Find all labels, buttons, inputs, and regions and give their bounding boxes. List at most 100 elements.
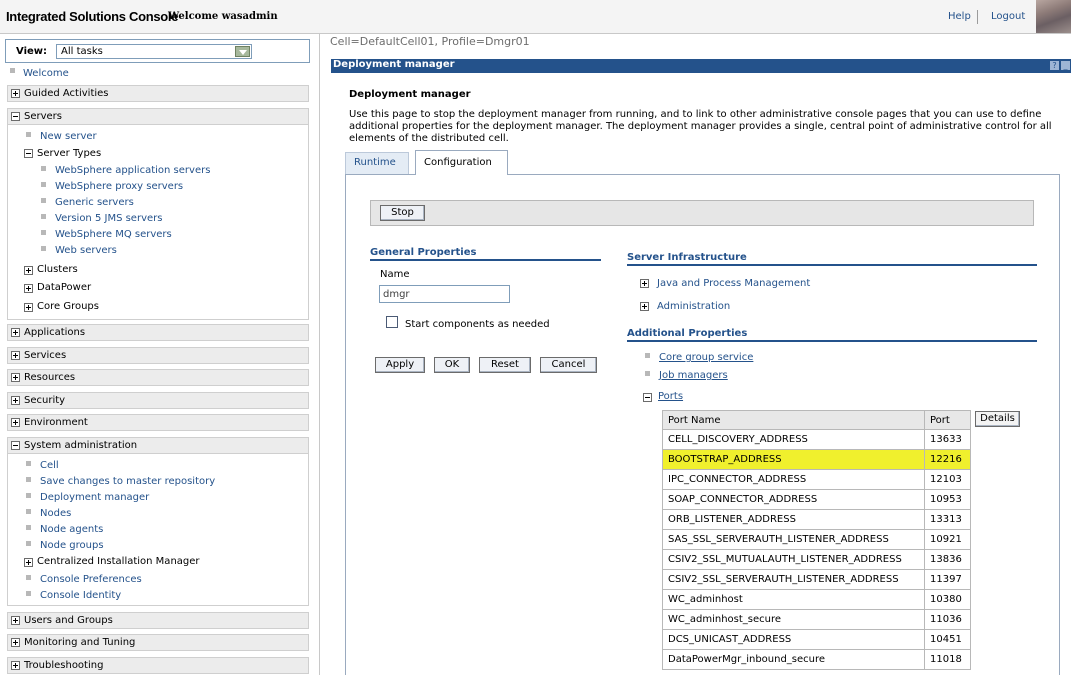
banner-divider <box>977 10 978 24</box>
bullet-icon <box>26 591 31 596</box>
table-row: DCS_UNICAST_ADDRESS 10451 <box>662 629 971 650</box>
core-group-service-link[interactable]: Core group service <box>659 352 753 363</box>
nav-save-changes[interactable]: Save changes to master repository <box>40 476 215 487</box>
apply-button[interactable]: Apply <box>375 357 425 373</box>
nav-environment[interactable]: Environment <box>7 414 309 431</box>
general-properties-heading: General Properties <box>370 247 477 258</box>
expand-icon[interactable] <box>11 418 20 427</box>
minimize-icon[interactable]: _ <box>1061 61 1070 70</box>
expand-icon[interactable] <box>11 373 20 382</box>
nav-cell[interactable]: Cell <box>40 460 59 471</box>
expand-icon[interactable] <box>24 303 33 312</box>
java-process-management-link[interactable]: Java and Process Management <box>657 278 810 289</box>
nav-clusters[interactable]: Clusters <box>37 264 78 275</box>
banner-photo <box>1036 0 1071 33</box>
bullet-icon <box>41 166 46 171</box>
expand-icon[interactable] <box>11 328 20 337</box>
expand-icon[interactable] <box>24 266 33 275</box>
expand-icon[interactable] <box>11 351 20 360</box>
nav-console-identity[interactable]: Console Identity <box>40 590 121 601</box>
bullet-icon <box>41 214 46 219</box>
runtime-toolbar <box>370 200 1034 226</box>
name-label: Name <box>380 269 410 280</box>
job-managers-link[interactable]: Job managers <box>659 370 728 381</box>
expand-icon[interactable] <box>11 638 20 647</box>
column-header-port: Port <box>924 410 971 430</box>
nav-generic-servers[interactable]: Generic servers <box>55 197 134 208</box>
server-infrastructure-heading: Server Infrastructure <box>627 252 747 263</box>
collapse-icon[interactable] <box>11 112 20 121</box>
port-name-cell: DCS_UNICAST_ADDRESS <box>662 629 925 650</box>
expand-icon[interactable] <box>24 558 33 567</box>
nav-guided-activities[interactable]: Guided Activities <box>7 85 309 102</box>
nav-troubleshooting[interactable]: Troubleshooting <box>7 657 309 674</box>
help-icon[interactable]: ? <box>1050 61 1059 70</box>
bullet-icon <box>26 461 31 466</box>
expand-icon[interactable] <box>11 89 20 98</box>
chevron-down-icon[interactable] <box>235 46 250 57</box>
nav-server-types[interactable]: Server Types <box>37 148 101 159</box>
help-link[interactable]: Help <box>948 11 971 22</box>
port-name-cell: CELL_DISCOVERY_ADDRESS <box>662 429 925 450</box>
bullet-icon <box>41 198 46 203</box>
table-row: IPC_CONNECTOR_ADDRESS 12103 <box>662 469 971 490</box>
nav-servers[interactable]: Servers <box>7 108 309 125</box>
nav-new-server[interactable]: New server <box>40 131 97 142</box>
bullet-icon <box>26 477 31 482</box>
table-row: CSIV2_SSL_SERVERAUTH_LISTENER_ADDRESS 113… <box>662 569 971 590</box>
expand-icon[interactable] <box>11 661 20 670</box>
collapse-icon[interactable] <box>11 441 20 450</box>
nav-resources[interactable]: Resources <box>7 369 309 386</box>
nav-system-administration[interactable]: System administration <box>7 437 309 454</box>
nav-mq-servers[interactable]: WebSphere MQ servers <box>55 229 172 240</box>
nav-websphere-app-servers[interactable]: WebSphere application servers <box>55 165 210 176</box>
nav-applications[interactable]: Applications <box>7 324 309 341</box>
port-name-cell: BOOTSTRAP_ADDRESS <box>662 449 925 470</box>
administration-link[interactable]: Administration <box>657 301 730 312</box>
stop-button[interactable]: Stop <box>380 205 425 221</box>
nav-deployment-manager[interactable]: Deployment manager <box>40 492 149 503</box>
collapse-icon[interactable] <box>643 393 652 402</box>
port-name-cell: WC_adminhost_secure <box>662 609 925 630</box>
nav-websphere-proxy-servers[interactable]: WebSphere proxy servers <box>55 181 183 192</box>
port-name-cell: WC_adminhost <box>662 589 925 610</box>
nav-node-groups[interactable]: Node groups <box>40 540 104 551</box>
nav-jms-servers[interactable]: Version 5 JMS servers <box>55 213 162 224</box>
expand-icon[interactable] <box>11 396 20 405</box>
nav-security[interactable]: Security <box>7 392 309 409</box>
nav-welcome-link[interactable]: Welcome <box>23 68 69 79</box>
nav-datapower[interactable]: DataPower <box>37 282 91 293</box>
expand-icon[interactable] <box>11 616 20 625</box>
nav-services[interactable]: Services <box>7 347 309 364</box>
nav-users-groups[interactable]: Users and Groups <box>7 612 309 629</box>
ok-button[interactable]: OK <box>434 357 470 373</box>
tab-runtime[interactable]: Runtime <box>345 152 409 174</box>
section-divider <box>370 259 601 261</box>
port-number-cell: 10451 <box>924 629 971 650</box>
expand-icon[interactable] <box>24 284 33 293</box>
start-components-checkbox[interactable] <box>386 316 398 328</box>
reset-button[interactable]: Reset <box>479 357 531 373</box>
port-name-cell: IPC_CONNECTOR_ADDRESS <box>662 469 925 490</box>
collapse-icon[interactable] <box>24 149 33 158</box>
expand-icon[interactable] <box>640 279 649 288</box>
nav-nodes[interactable]: Nodes <box>40 508 71 519</box>
column-header-port-name: Port Name <box>662 410 925 430</box>
nav-cim[interactable]: Centralized Installation Manager <box>37 556 200 567</box>
bullet-icon <box>10 68 15 73</box>
name-field[interactable]: dmgr <box>379 285 510 303</box>
tab-configuration[interactable]: Configuration <box>415 150 508 175</box>
nav-node-agents[interactable]: Node agents <box>40 524 103 535</box>
nav-console-preferences[interactable]: Console Preferences <box>40 574 142 585</box>
expand-icon[interactable] <box>640 302 649 311</box>
nav-web-servers[interactable]: Web servers <box>55 245 117 256</box>
cancel-button[interactable]: Cancel <box>540 357 597 373</box>
view-select[interactable]: All tasks <box>56 44 252 59</box>
start-components-label: Start components as needed <box>405 319 550 330</box>
ports-link[interactable]: Ports <box>658 391 683 402</box>
nav-core-groups[interactable]: Core Groups <box>37 301 99 312</box>
details-button[interactable]: Details <box>975 411 1020 427</box>
logout-link[interactable]: Logout <box>991 11 1025 22</box>
nav-monitoring-tuning[interactable]: Monitoring and Tuning <box>7 634 309 651</box>
port-name-cell: SOAP_CONNECTOR_ADDRESS <box>662 489 925 510</box>
